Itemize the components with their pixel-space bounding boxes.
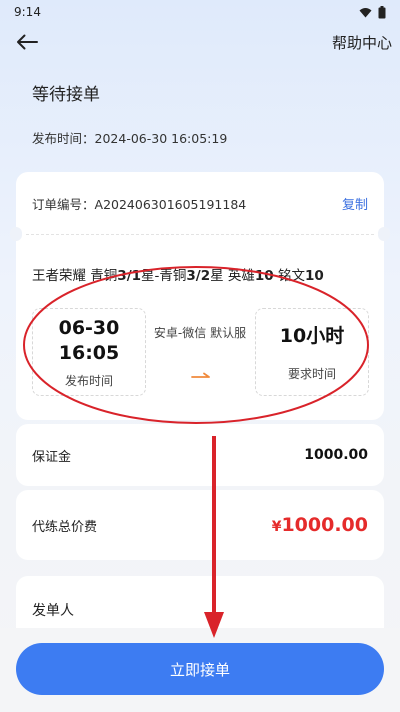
dashed-divider bbox=[26, 234, 374, 235]
total-price-amount: 1000.00 bbox=[281, 514, 368, 536]
currency-symbol: ¥ bbox=[271, 519, 282, 535]
game-title-part: 10 bbox=[305, 268, 324, 284]
deposit-label: 保证金 bbox=[32, 449, 72, 465]
ticket-notch-right bbox=[378, 227, 390, 241]
required-time-caption: 要求时间 bbox=[287, 366, 336, 381]
publish-time-value: 2024-06-30 16:05:19 bbox=[94, 131, 228, 146]
total-price-value: ¥1000.00 bbox=[272, 514, 368, 536]
game-title-part: 3/2 bbox=[186, 268, 211, 284]
game-title-part: 王者荣耀 青铜 bbox=[32, 268, 118, 284]
game-title-part: 10 bbox=[254, 268, 274, 284]
game-title-part: 3/1 bbox=[117, 268, 142, 284]
publish-time-box: 06-30 16:05 发布时间 bbox=[32, 308, 146, 396]
publish-time-line: 发布时间：2024-06-30 16:05:19 bbox=[32, 128, 227, 147]
total-price-row: 代练总价费 ¥1000.00 bbox=[16, 490, 384, 560]
game-title-part: 铭文 bbox=[273, 268, 305, 284]
status-time: 9:14 bbox=[14, 5, 41, 19]
order-number-row: 订单编号：A202406301605191184 复制 bbox=[32, 194, 368, 213]
back-button[interactable] bbox=[12, 27, 42, 57]
game-title-part: 星-青铜 bbox=[141, 268, 187, 284]
wifi-icon bbox=[359, 7, 372, 17]
ticket-notch-left bbox=[10, 227, 22, 241]
game-title-part: 星 英雄 bbox=[210, 268, 255, 284]
order-number: A202406301605191184 bbox=[94, 197, 247, 212]
order-number-text: 订单编号：A202406301605191184 bbox=[32, 194, 246, 213]
accept-order-button[interactable]: 立即接单 bbox=[16, 643, 384, 695]
order-card: 订单编号：A202406301605191184 复制 王者荣耀 青铜3/1星-… bbox=[10, 172, 390, 420]
battery-icon bbox=[378, 5, 386, 18]
total-price-label: 代练总价费 bbox=[32, 519, 98, 535]
status-bar: 9:14 bbox=[0, 0, 400, 24]
required-time-box: 10小时 要求时间 bbox=[255, 308, 369, 396]
publish-clock: 16:05 bbox=[58, 341, 120, 364]
right-arrow-icon bbox=[191, 372, 210, 378]
order-status-title: 等待接单 bbox=[32, 85, 100, 105]
back-arrow-icon bbox=[17, 34, 38, 50]
publish-time-label: 发布时间： bbox=[32, 131, 95, 146]
copy-button[interactable]: 复制 bbox=[342, 194, 368, 213]
publish-date: 06-30 bbox=[58, 316, 120, 339]
platform-info: 安卓-微信 默认服 bbox=[153, 326, 247, 340]
status-icons bbox=[359, 5, 386, 19]
game-service-title: 王者荣耀 青铜3/1星-青铜3/2星 英雄10 铭文10 bbox=[32, 264, 374, 284]
nav-bar: 帮助中心 bbox=[0, 26, 400, 58]
order-number-label: 订单编号： bbox=[32, 197, 95, 212]
deposit-value: 1000.00 bbox=[304, 447, 368, 463]
required-hours: 10小时 bbox=[279, 324, 345, 347]
deposit-row: 保证金 1000.00 bbox=[16, 424, 384, 486]
publish-time-caption: 发布时间 bbox=[64, 373, 113, 388]
sender-label: 发单人 bbox=[32, 603, 74, 619]
help-center-link[interactable]: 帮助中心 bbox=[332, 32, 392, 53]
